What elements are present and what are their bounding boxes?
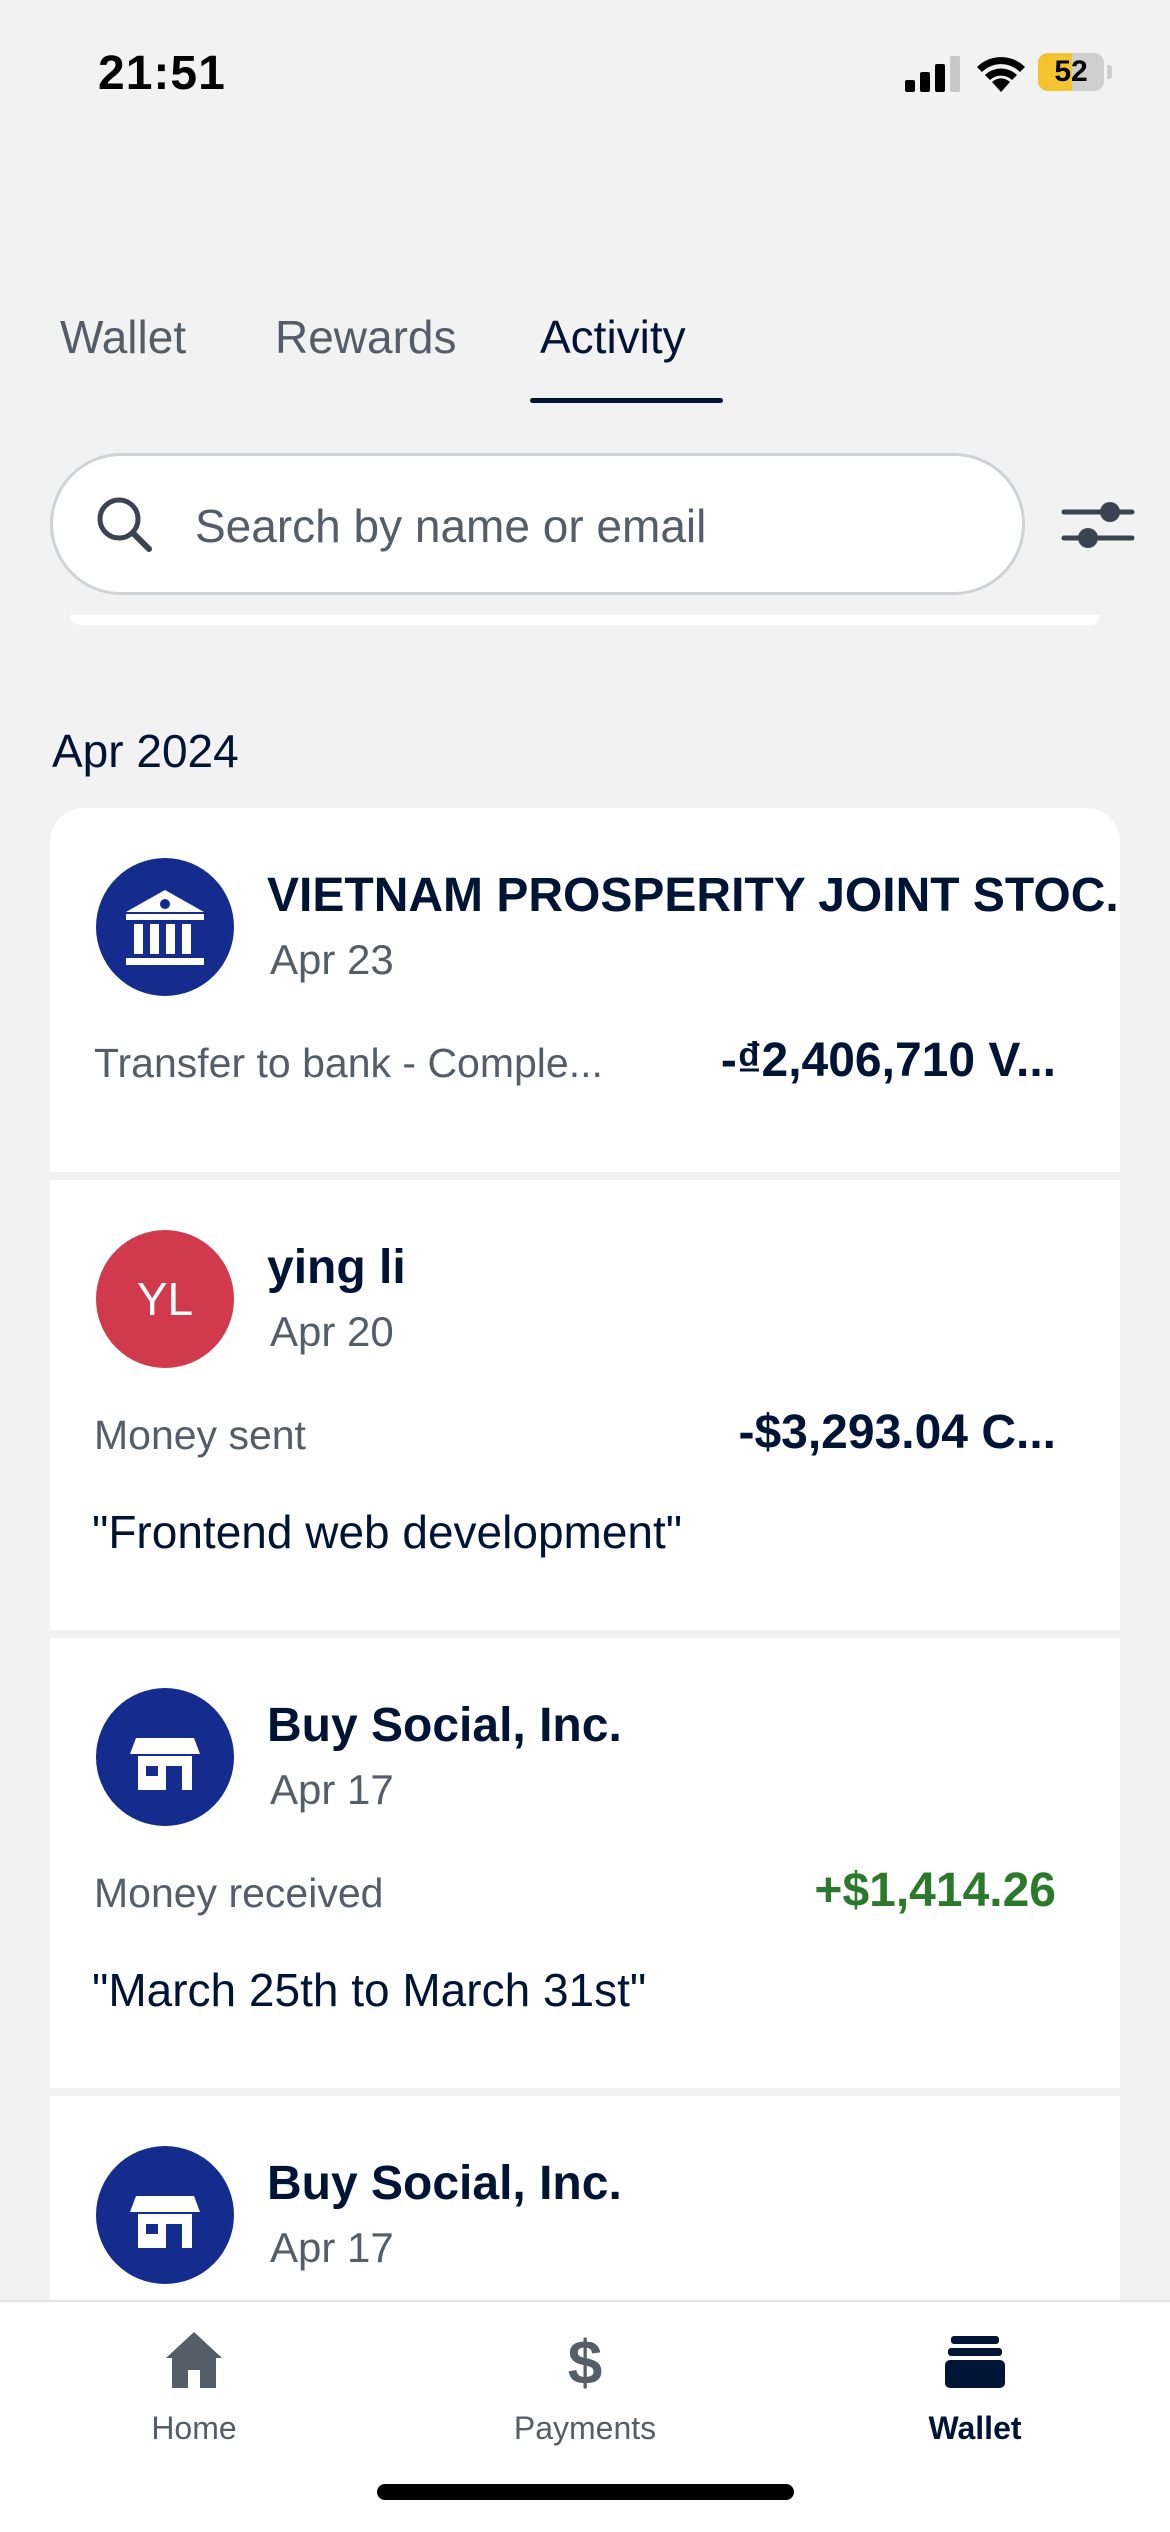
sliders-icon[interactable] bbox=[1060, 490, 1136, 560]
nav-payments[interactable]: $ Payments bbox=[455, 2302, 715, 2472]
store-icon bbox=[130, 2196, 200, 2248]
transaction-name: VIETNAM PROSPERITY JOINT STOC... bbox=[267, 869, 1117, 922]
tab-wallet[interactable]: Wallet bbox=[60, 310, 186, 364]
transaction-name: ying li bbox=[267, 1241, 406, 1294]
avatar bbox=[96, 2146, 234, 2284]
avatar-initials: YL bbox=[136, 1273, 194, 1325]
transaction-card[interactable]: YL ying li Apr 20 Money sent -$3,293.04 … bbox=[50, 1180, 1120, 1630]
transaction-note: "Frontend web development" bbox=[92, 1506, 683, 1558]
active-tab-indicator bbox=[530, 398, 723, 403]
transaction-card[interactable]: Buy Social, Inc. Apr 17 bbox=[50, 2096, 1120, 2306]
transaction-note: "March 25th to March 31st" bbox=[92, 1964, 647, 2016]
nav-wallet[interactable]: Wallet bbox=[845, 2302, 1105, 2472]
status-bar: 21:51 52 bbox=[0, 0, 1170, 150]
search-icon bbox=[97, 497, 152, 552]
status-time: 21:51 bbox=[98, 47, 226, 100]
transaction-date: Apr 17 bbox=[270, 2224, 394, 2271]
svg-text:$: $ bbox=[568, 2329, 602, 2392]
bank-icon bbox=[126, 890, 204, 965]
transaction-description: Money received bbox=[94, 1870, 384, 1916]
home-indicator bbox=[377, 2484, 794, 2500]
nav-label: Home bbox=[151, 2410, 237, 2446]
tab-bar: Wallet Rewards Activity bbox=[0, 300, 1170, 410]
transaction-amount: +$1,414.26 bbox=[814, 1864, 1056, 1917]
search-input[interactable] bbox=[195, 486, 995, 566]
search-bar[interactable] bbox=[50, 453, 1025, 595]
transaction-description: Money sent bbox=[94, 1412, 306, 1458]
store-icon bbox=[130, 1738, 200, 1790]
wifi-icon bbox=[977, 57, 1025, 92]
dollar-icon: $ bbox=[568, 2329, 602, 2392]
month-header: Apr 2024 bbox=[52, 725, 239, 777]
avatar bbox=[96, 1688, 234, 1826]
nav-label: Wallet bbox=[928, 2410, 1022, 2446]
avatar: YL bbox=[96, 1230, 234, 1368]
transaction-name: Buy Social, Inc. bbox=[267, 2157, 622, 2210]
transaction-card[interactable]: VIETNAM PROSPERITY JOINT STOC... Apr 23 … bbox=[50, 808, 1120, 1172]
transaction-card[interactable]: Buy Social, Inc. Apr 17 Money received +… bbox=[50, 1638, 1120, 2088]
transaction-name: Buy Social, Inc. bbox=[267, 1699, 622, 1752]
tab-activity[interactable]: Activity bbox=[540, 310, 686, 364]
battery-level: 52 bbox=[1054, 55, 1088, 88]
home-icon bbox=[166, 2332, 222, 2388]
transaction-description: Transfer to bank - Comple... bbox=[94, 1040, 603, 1086]
transaction-date: Apr 17 bbox=[270, 1766, 394, 1813]
avatar bbox=[96, 858, 234, 996]
tab-rewards[interactable]: Rewards bbox=[275, 310, 457, 364]
transaction-amount: -$3,293.04 C... bbox=[738, 1406, 1056, 1459]
nav-label: Payments bbox=[513, 2410, 657, 2446]
wallet-icon bbox=[945, 2336, 1005, 2388]
search-divider bbox=[70, 615, 1100, 625]
cellular-signal-icon bbox=[905, 56, 960, 92]
transaction-amount: -₫2,406,710 V... bbox=[720, 1034, 1056, 1087]
transaction-date: Apr 23 bbox=[270, 936, 394, 983]
nav-home[interactable]: Home bbox=[64, 2302, 324, 2472]
transaction-date: Apr 20 bbox=[270, 1308, 394, 1355]
battery-icon: 52 bbox=[1038, 53, 1112, 91]
